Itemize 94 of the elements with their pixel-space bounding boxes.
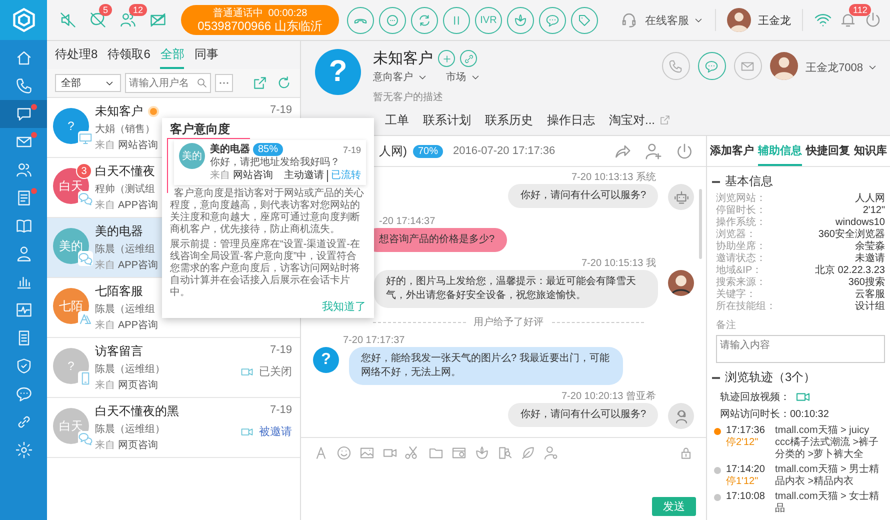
sample-action: 主动邀请 — [284, 170, 324, 182]
source-label: 来自 — [95, 439, 115, 452]
call-status: 普通通话中 00:00:28 — [212, 7, 308, 20]
customer-avatar: ? — [315, 49, 361, 95]
source-label: 来自 — [95, 319, 115, 332]
conversation-status: 已关闭 — [259, 364, 292, 379]
sample-name: 美的电器 — [210, 144, 250, 156]
source-label: 来自 — [95, 379, 115, 392]
agent-name: 王金龙 — [758, 14, 791, 28]
info-label: 停留时长： — [716, 205, 766, 216]
info-value: 设计组 — [855, 301, 885, 313]
visit-time: 17:17:36 — [726, 425, 766, 437]
source-channel: 网站咨询 — [118, 139, 158, 152]
source-label: 来自 — [95, 259, 115, 272]
info-value: windows10 — [836, 217, 885, 228]
chat-source: 人网) — [379, 142, 407, 160]
message-meta: 7-20 10:15:13 我 — [582, 257, 656, 270]
unread-badge: 3 — [76, 163, 92, 179]
popup-title: 客户意向度 — [170, 122, 231, 137]
info-value: 余莹淼 — [855, 241, 885, 252]
agent-group: 陈晨（运维组 — [95, 303, 155, 316]
customer-name: 未知客户 — [373, 49, 433, 68]
info-value: 云客服 — [855, 289, 885, 300]
source-label: 来自 — [95, 139, 115, 152]
avatar: 美的 — [179, 143, 205, 169]
source-channel: 网页咨询 — [118, 439, 158, 452]
system-notice: 用户给予了好评 — [474, 316, 544, 329]
conversation-name: 白天不懂夜的黑 — [95, 403, 179, 420]
source-label: 来自 — [95, 199, 115, 212]
conversation-name: 未知客户 — [95, 103, 143, 120]
replay-label: 轨迹回放视频： — [720, 390, 790, 404]
conversation-status: 被邀请 — [259, 425, 292, 439]
source-channel: APP咨询 — [118, 199, 158, 212]
conversation-name: 七陌客服 — [95, 283, 143, 300]
agent-group: 陈晨（运维组） — [95, 363, 165, 376]
info-label: 邀请状态： — [716, 253, 766, 264]
info-value: 北京 02.22.3.23 — [814, 265, 885, 276]
call-number: 05398700966 山东临沂 — [198, 20, 322, 33]
sample-time: 7-19 — [342, 144, 361, 156]
conversation-name: 访客留言 — [95, 343, 143, 360]
info-label: 浏览器： — [716, 229, 756, 240]
customer-avatar: ? — [313, 347, 339, 373]
conversation-time: 7-19 — [270, 404, 292, 416]
info-value: 2'12" — [862, 205, 885, 217]
conversation-time: 7-19 — [270, 344, 292, 356]
info-label: 搜索来源： — [716, 277, 766, 288]
section-title: 浏览轨迹（3个） — [725, 369, 816, 386]
section-title: 基本信息 — [725, 173, 773, 190]
visited-page: tmall.com天猫 > 女士精品 — [775, 491, 880, 515]
message-bubble: 你好，请问有什么可以服务? — [508, 184, 658, 208]
stay-duration: 停1'12" — [726, 476, 760, 488]
info-value: 未邀请 — [855, 253, 885, 265]
info-label: 操作系统： — [716, 217, 766, 228]
agent-group: 陈晨（运维组 — [95, 243, 155, 256]
info-label: 协助坐席： — [716, 241, 766, 252]
agent-group: 陈晨（运维组） — [95, 423, 165, 436]
info-label: 所在技能组： — [716, 301, 776, 313]
message-meta: 7-20 17:17:37 — [343, 334, 405, 347]
info-label: 浏览网站： — [716, 193, 766, 204]
intent-score-badge: 85% — [253, 143, 284, 156]
visit-duration: 网站访问时长：00:10:32 — [719, 408, 830, 421]
count-badge: 12 — [129, 4, 148, 16]
message-meta: 7-20 10:13:13 系统 — [572, 171, 656, 184]
sample-message: 你好，请把地址发给我好吗？ — [210, 157, 341, 169]
customer-description: 暂无客户的描述 — [373, 90, 444, 104]
message-meta: -20 17:14:37 — [379, 215, 436, 228]
agent-group: 大娟（销售） — [95, 123, 155, 136]
count-badge: 112 — [849, 4, 872, 16]
source-channel: APP咨询 — [118, 259, 158, 272]
intent-score-badge: 70% — [413, 144, 444, 158]
stay-duration: 停2'12" — [726, 437, 760, 449]
message-meta: 7-20 10:20:13 曾亚希 — [562, 390, 656, 403]
conversation-name: 美的电器 — [95, 223, 143, 240]
info-value: 360搜索 — [848, 277, 885, 288]
info-label: 地域&IP： — [716, 265, 762, 276]
source-channel: APP咨询 — [118, 319, 158, 332]
info-value: 人人网 — [855, 193, 885, 205]
visit-time: 17:14:20 — [726, 464, 766, 476]
agent-group: 程帅（测试组 — [95, 183, 155, 196]
message-bubble: 好的，图片马上发给您，温馨提示：最近可能会有降雪天气，外出请您备好安全设备，祝您旅途愉快。 — [374, 270, 658, 308]
count-badge: 5 — [99, 4, 112, 16]
conversation-name: 白天不懂夜 — [95, 163, 155, 180]
conversation-time: 7-19 — [270, 104, 292, 116]
source-channel: 网页咨询 — [118, 379, 158, 392]
sample-state: 已流转 — [327, 170, 361, 182]
source-label: 来自 — [210, 170, 230, 182]
info-label: 关键字： — [716, 289, 756, 300]
info-value: 360安全浏览器 — [818, 229, 885, 240]
source-channel: 网站咨询 — [233, 170, 273, 182]
message-bubble: 你好，请问有什么可以服务? — [508, 403, 658, 427]
note-label: 备注 — [716, 318, 737, 332]
message-bubble: 您好，能给我发一张天气的图片么? 我最近要出门，可能网络不好，无法上网。 — [349, 347, 623, 385]
visit-time: 17:10:08 — [726, 491, 766, 503]
chat-start-time: 2016-07-20 17:17:36 — [453, 145, 556, 157]
